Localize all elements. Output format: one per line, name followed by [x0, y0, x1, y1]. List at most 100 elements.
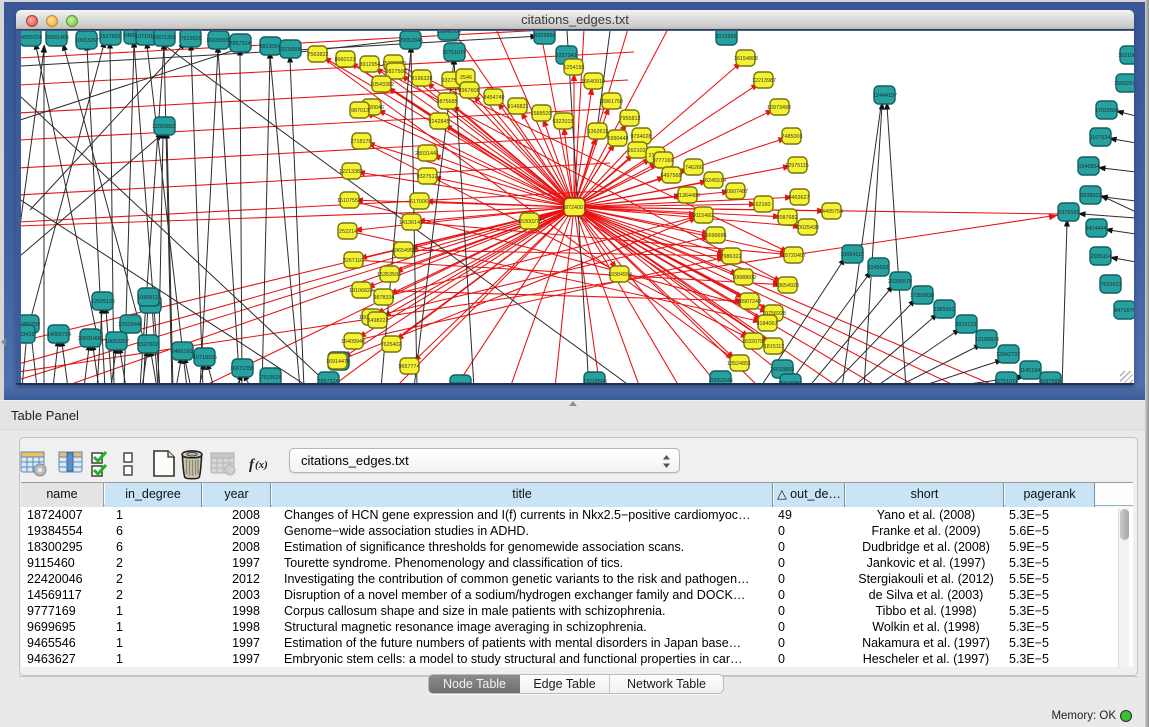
svg-text:17016504: 17016504 [1095, 108, 1119, 114]
svg-text:28031441: 28031441 [415, 151, 439, 157]
svg-text:9329966: 9329966 [535, 33, 556, 39]
svg-text:6990448: 6990448 [608, 136, 629, 142]
svg-text:6379197: 6379197 [1059, 210, 1080, 216]
svg-text:1588520: 1588520 [531, 111, 552, 117]
svg-text:7632621: 7632621 [1101, 282, 1122, 288]
svg-text:15692971: 15692971 [1114, 81, 1134, 87]
svg-text:987013: 987013 [351, 108, 369, 114]
svg-text:252214: 252214 [339, 229, 357, 235]
svg-text:8938923: 8938923 [1081, 193, 1102, 199]
svg-text:16409948: 16409948 [341, 339, 365, 345]
svg-text:7515526: 7515526 [261, 375, 282, 381]
svg-text:12444157: 12444157 [873, 93, 897, 99]
svg-text:16154808: 16154808 [734, 56, 758, 62]
svg-text:1385001: 1385001 [934, 307, 955, 313]
svg-text:9827500: 9827500 [386, 69, 407, 75]
svg-text:18907249: 18907249 [737, 299, 761, 305]
svg-text:15720407: 15720407 [782, 253, 806, 259]
svg-text:617006: 617006 [410, 199, 428, 205]
svg-text:12213382: 12213382 [339, 169, 363, 175]
svg-text:2935114: 2935114 [1091, 254, 1112, 260]
svg-text:9327512: 9327512 [417, 174, 438, 180]
svg-text:16033809: 16033809 [770, 367, 794, 373]
svg-text:10688609: 10688609 [732, 275, 756, 281]
svg-text:1733426: 1733426 [21, 332, 35, 338]
svg-text:14136141: 14136141 [399, 220, 423, 226]
svg-text:6497568: 6497568 [661, 173, 682, 179]
svg-text:1362615: 1362615 [588, 129, 609, 135]
svg-text:6466160: 6466160 [172, 349, 193, 355]
svg-text:12975115: 12975115 [785, 163, 809, 169]
svg-text:10025438: 10025438 [795, 225, 819, 231]
svg-text:2546: 2546 [460, 75, 472, 81]
svg-text:1254193: 1254193 [564, 65, 585, 71]
svg-text:10654112: 10654112 [840, 252, 864, 258]
svg-text:1527602: 1527602 [100, 34, 121, 40]
svg-text:16648784: 16648784 [437, 31, 461, 35]
svg-text:1815112: 1815112 [764, 344, 785, 350]
svg-text:20691406: 20691406 [45, 35, 69, 41]
svg-text:1167534: 1167534 [1090, 135, 1111, 141]
svg-text:16914479: 16914479 [326, 359, 350, 365]
svg-text:19106822: 19106822 [349, 288, 373, 294]
svg-text:1640954: 1640954 [1079, 164, 1100, 170]
svg-text:12942737: 12942737 [996, 352, 1020, 358]
svg-text:3267110: 3267110 [343, 258, 364, 264]
svg-text:15353593: 15353593 [377, 272, 401, 278]
svg-text:9474444: 9474444 [1086, 226, 1107, 232]
svg-text:10973493: 10973493 [767, 105, 791, 111]
svg-text:6322015: 6322015 [553, 119, 574, 125]
svg-text:2087682: 2087682 [777, 215, 798, 221]
svg-text:15751074: 15751074 [442, 50, 466, 56]
svg-text:2967608: 2967608 [459, 88, 480, 94]
svg-text:9245652: 9245652 [868, 265, 889, 271]
svg-text:20206570: 20206570 [888, 279, 912, 285]
svg-text:8660123: 8660123 [335, 57, 356, 63]
svg-text:12505135: 12505135 [91, 299, 115, 305]
svg-text:8196328: 8196328 [412, 76, 433, 82]
svg-text:10958117: 10958117 [137, 295, 161, 301]
svg-text:62160: 62160 [756, 202, 771, 208]
svg-text:8454749: 8454749 [484, 95, 505, 101]
svg-text:16671355: 16671355 [152, 35, 176, 41]
svg-text:2718176: 2718176 [351, 139, 372, 145]
svg-text:7515526: 7515526 [181, 36, 202, 42]
svg-text:8912954: 8912954 [360, 62, 381, 68]
svg-text:(x): (x) [255, 459, 268, 471]
svg-text:2242845: 2242845 [429, 119, 450, 125]
svg-text:16210643: 16210643 [1118, 53, 1134, 59]
svg-text:16640910: 16640910 [581, 79, 605, 85]
svg-text:12156829: 12156829 [975, 337, 999, 343]
svg-text:14055724: 14055724 [21, 35, 42, 41]
svg-text:18724007: 18724007 [562, 205, 586, 211]
svg-text:15300273: 15300273 [518, 219, 542, 225]
svg-text:3875685: 3875685 [437, 99, 458, 105]
svg-text:10807487: 10807487 [724, 189, 748, 195]
svg-text:12213987: 12213987 [752, 78, 776, 84]
svg-text:19654955: 19654955 [392, 248, 416, 254]
svg-text:9734028: 9734028 [631, 134, 652, 140]
svg-text:5498222: 5498222 [368, 318, 389, 324]
svg-text:12093822: 12093822 [152, 124, 176, 130]
svg-text:9463627: 9463627 [789, 195, 810, 201]
svg-text:16320796: 16320796 [742, 339, 766, 345]
svg-text:9657774: 9657774 [399, 364, 420, 370]
svg-text:9777169: 9777169 [653, 158, 674, 164]
svg-text:6699695: 6699695 [706, 233, 727, 239]
svg-text:16961758: 16961758 [599, 99, 623, 105]
svg-text:9115460: 9115460 [693, 213, 714, 219]
svg-text:20053346: 20053346 [399, 38, 423, 44]
svg-text:13654923: 13654923 [775, 283, 799, 289]
svg-text:16245514: 16245514 [702, 178, 726, 184]
svg-text:16033809: 16033809 [206, 38, 230, 44]
svg-text:7955812: 7955812 [620, 116, 641, 122]
svg-text:8471676: 8471676 [1115, 308, 1135, 314]
svg-text:10719155: 10719155 [193, 355, 217, 361]
svg-text:14495754: 14495754 [819, 209, 843, 215]
svg-text:13524851: 13524851 [727, 361, 751, 367]
svg-text:9227342: 9227342 [556, 53, 577, 59]
svg-text:10653267: 10653267 [105, 339, 129, 345]
svg-text:19218506: 19218506 [278, 47, 302, 53]
svg-text:16671355: 16671355 [230, 366, 254, 372]
svg-text:1145194: 1145194 [1020, 368, 1041, 374]
